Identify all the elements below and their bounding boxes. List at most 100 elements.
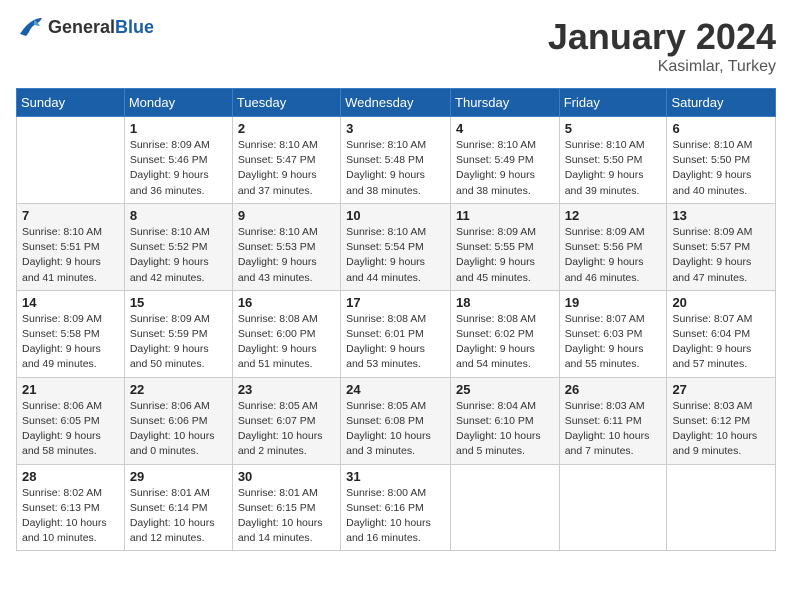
calendar-cell: 24 Sunrise: 8:05 AM Sunset: 6:08 PM Dayli… [341,377,451,464]
day-info: Sunrise: 8:10 AM Sunset: 5:54 PM Dayligh… [346,225,445,286]
day-number: 7 [22,208,119,223]
weekday-header-friday: Friday [559,89,667,117]
day-info: Sunrise: 8:08 AM Sunset: 6:01 PM Dayligh… [346,312,445,373]
day-number: 24 [346,382,445,397]
calendar-cell: 8Sunrise: 8:10 AM Sunset: 5:52 PM Daylig… [124,203,232,290]
day-info: Sunrise: 8:05 AM Sunset: 6:07 PM Dayligh… [238,399,335,460]
logo-blue: Blue [115,17,154,37]
calendar-cell: 15Sunrise: 8:09 AM Sunset: 5:59 PM Dayli… [124,290,232,377]
calendar-cell: 22Sunrise: 8:06 AM Sunset: 6:06 PM Dayli… [124,377,232,464]
calendar-cell: 25Sunrise: 8:04 AM Sunset: 6:10 PM Dayli… [451,377,560,464]
day-info: Sunrise: 8:00 AM Sunset: 6:16 PM Dayligh… [346,486,445,547]
day-number: 22 [130,382,227,397]
day-number: 19 [565,295,662,310]
day-number: 31 [346,469,445,484]
calendar-cell: 19 Sunrise: 8:07 AM Sunset: 6:03 PM Dayli… [559,290,667,377]
day-number: 4 [456,121,554,136]
day-number: 16 [238,295,335,310]
calendar-cell [667,464,776,551]
calendar-cell: 13Sunrise: 8:09 AM Sunset: 5:57 PM Dayli… [667,203,776,290]
day-number: 1 [130,121,227,136]
calendar-week-row: 21Sunrise: 8:06 AM Sunset: 6:05 PM Dayli… [17,377,776,464]
day-info: Sunrise: 8:10 AM Sunset: 5:50 PM Dayligh… [672,138,770,199]
logo-bird-icon [16,16,44,38]
day-number: 3 [346,121,445,136]
day-number: 26 [565,382,662,397]
day-number: 30 [238,469,335,484]
calendar-cell: 20 Sunrise: 8:07 AM Sunset: 6:04 PM Dayli… [667,290,776,377]
calendar-week-row: 1 Sunrise: 8:09 AM Sunset: 5:46 PM Daylig… [17,117,776,204]
calendar-cell: 3 Sunrise: 8:10 AM Sunset: 5:48 PM Daylig… [341,117,451,204]
calendar-cell: 28 Sunrise: 8:02 AM Sunset: 6:13 PM Dayli… [17,464,125,551]
calendar-cell: 17Sunrise: 8:08 AM Sunset: 6:01 PM Dayli… [341,290,451,377]
weekday-header-sunday: Sunday [17,89,125,117]
title-area: January 2024 Kasimlar, Turkey [548,16,776,76]
calendar-header: SundayMondayTuesdayWednesdayThursdayFrid… [17,89,776,117]
day-info: Sunrise: 8:09 AM Sunset: 5:58 PM Dayligh… [22,312,119,373]
location-subtitle: Kasimlar, Turkey [548,58,776,76]
day-info: Sunrise: 8:02 AM Sunset: 6:13 PM Dayligh… [22,486,119,547]
day-info: Sunrise: 8:09 AM Sunset: 5:46 PM Dayligh… [130,138,227,199]
day-info: Sunrise: 8:03 AM Sunset: 6:11 PM Dayligh… [565,399,662,460]
day-number: 14 [22,295,119,310]
day-number: 8 [130,208,227,223]
day-info: Sunrise: 8:10 AM Sunset: 5:48 PM Dayligh… [346,138,445,199]
day-info: Sunrise: 8:08 AM Sunset: 6:02 PM Dayligh… [456,312,554,373]
day-number: 12 [565,208,662,223]
day-number: 10 [346,208,445,223]
calendar-week-row: 28 Sunrise: 8:02 AM Sunset: 6:13 PM Dayli… [17,464,776,551]
calendar-cell [451,464,560,551]
calendar-cell: 27Sunrise: 8:03 AM Sunset: 6:12 PM Dayli… [667,377,776,464]
calendar-cell: 21Sunrise: 8:06 AM Sunset: 6:05 PM Dayli… [17,377,125,464]
calendar-cell: 1 Sunrise: 8:09 AM Sunset: 5:46 PM Daylig… [124,117,232,204]
day-number: 29 [130,469,227,484]
calendar-cell: 9 Sunrise: 8:10 AM Sunset: 5:53 PM Daylig… [232,203,340,290]
calendar-cell: 12Sunrise: 8:09 AM Sunset: 5:56 PM Dayli… [559,203,667,290]
calendar-cell: 23Sunrise: 8:05 AM Sunset: 6:07 PM Dayli… [232,377,340,464]
calendar-body: 1 Sunrise: 8:09 AM Sunset: 5:46 PM Daylig… [17,117,776,551]
day-info: Sunrise: 8:10 AM Sunset: 5:47 PM Dayligh… [238,138,335,199]
calendar-cell [17,117,125,204]
day-number: 25 [456,382,554,397]
logo: GeneralBlue [16,16,154,38]
day-info: Sunrise: 8:07 AM Sunset: 6:04 PM Dayligh… [672,312,770,373]
calendar-cell: 4 Sunrise: 8:10 AM Sunset: 5:49 PM Daylig… [451,117,560,204]
day-number: 2 [238,121,335,136]
page-header: GeneralBlue January 2024 Kasimlar, Turke… [16,16,776,76]
calendar-week-row: 7 Sunrise: 8:10 AM Sunset: 5:51 PM Daylig… [17,203,776,290]
calendar-cell [559,464,667,551]
day-number: 18 [456,295,554,310]
day-info: Sunrise: 8:01 AM Sunset: 6:14 PM Dayligh… [130,486,227,547]
day-info: Sunrise: 8:10 AM Sunset: 5:49 PM Dayligh… [456,138,554,199]
day-info: Sunrise: 8:08 AM Sunset: 6:00 PM Dayligh… [238,312,335,373]
day-info: Sunrise: 8:01 AM Sunset: 6:15 PM Dayligh… [238,486,335,547]
calendar-week-row: 14 Sunrise: 8:09 AM Sunset: 5:58 PM Dayli… [17,290,776,377]
weekday-header-wednesday: Wednesday [341,89,451,117]
weekday-row: SundayMondayTuesdayWednesdayThursdayFrid… [17,89,776,117]
weekday-header-thursday: Thursday [451,89,560,117]
day-number: 20 [672,295,770,310]
calendar-cell: 11Sunrise: 8:09 AM Sunset: 5:55 PM Dayli… [451,203,560,290]
calendar-cell: 16 Sunrise: 8:08 AM Sunset: 6:00 PM Dayli… [232,290,340,377]
calendar-cell: 26 Sunrise: 8:03 AM Sunset: 6:11 PM Dayli… [559,377,667,464]
calendar-cell: 7 Sunrise: 8:10 AM Sunset: 5:51 PM Daylig… [17,203,125,290]
day-info: Sunrise: 8:10 AM Sunset: 5:53 PM Dayligh… [238,225,335,286]
day-number: 5 [565,121,662,136]
calendar-cell: 2 Sunrise: 8:10 AM Sunset: 5:47 PM Daylig… [232,117,340,204]
day-number: 11 [456,208,554,223]
calendar-cell: 31 Sunrise: 8:00 AM Sunset: 6:16 PM Dayli… [341,464,451,551]
day-info: Sunrise: 8:09 AM Sunset: 5:59 PM Dayligh… [130,312,227,373]
month-title: January 2024 [548,16,776,58]
calendar-cell: 18 Sunrise: 8:08 AM Sunset: 6:02 PM Dayli… [451,290,560,377]
day-info: Sunrise: 8:07 AM Sunset: 6:03 PM Dayligh… [565,312,662,373]
calendar-cell: 14 Sunrise: 8:09 AM Sunset: 5:58 PM Dayli… [17,290,125,377]
day-number: 9 [238,208,335,223]
calendar-cell: 30 Sunrise: 8:01 AM Sunset: 6:15 PM Dayli… [232,464,340,551]
day-number: 13 [672,208,770,223]
day-number: 6 [672,121,770,136]
day-info: Sunrise: 8:05 AM Sunset: 6:08 PM Dayligh… [346,399,445,460]
day-number: 28 [22,469,119,484]
logo-general: General [48,17,115,37]
weekday-header-tuesday: Tuesday [232,89,340,117]
day-info: Sunrise: 8:10 AM Sunset: 5:51 PM Dayligh… [22,225,119,286]
